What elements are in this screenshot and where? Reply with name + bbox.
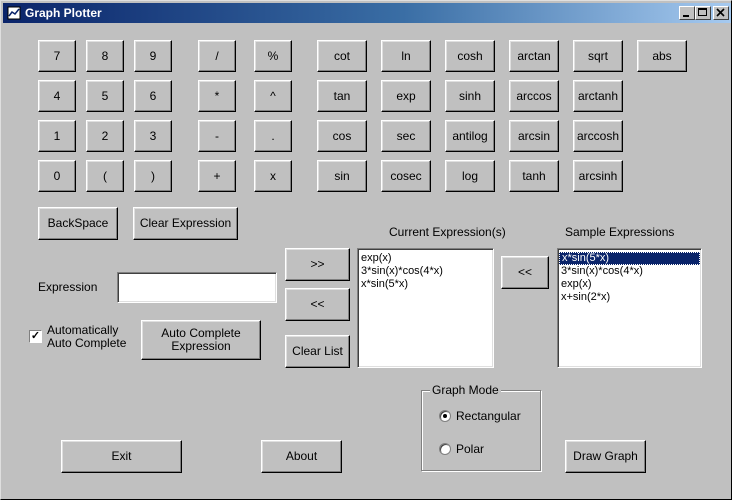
fn-sinh-button[interactable]: sinh	[445, 80, 495, 112]
close-button[interactable]	[713, 6, 729, 20]
copy-sample-button[interactable]: <<	[501, 256, 549, 289]
list-item[interactable]: 3*sin(x)*cos(4*x)	[558, 265, 701, 278]
polar-radio-label[interactable]: Polar	[456, 442, 484, 456]
graph-plotter-window: Graph Plotter 7 8 9 / % 4 5 6 * ^ 1 2 3 …	[0, 0, 732, 500]
key-9[interactable]: 9	[134, 40, 172, 72]
list-item-selected[interactable]: x*sin(5*x)	[559, 252, 700, 265]
fn-cosh-button[interactable]: cosh	[445, 40, 495, 72]
fn-arctanh-button[interactable]: arctanh	[573, 80, 623, 112]
key-multiply[interactable]: *	[198, 80, 236, 112]
sample-expressions-list[interactable]: x*sin(5*x) 3*sin(x)*cos(4*x) exp(x) x+si…	[557, 248, 702, 368]
rectangular-radio[interactable]	[439, 410, 451, 422]
fn-ln-button[interactable]: ln	[381, 40, 431, 72]
fn-tan-button[interactable]: tan	[317, 80, 367, 112]
key-8[interactable]: 8	[86, 40, 124, 72]
fn-arctan-button[interactable]: arctan	[509, 40, 559, 72]
list-item[interactable]: exp(x)	[358, 252, 493, 265]
about-button[interactable]: About	[261, 440, 342, 473]
key-decimal[interactable]: .	[254, 120, 292, 152]
app-icon	[7, 6, 21, 20]
list-item[interactable]: x+sin(2*x)	[558, 291, 701, 304]
maximize-icon	[698, 8, 707, 16]
key-plus[interactable]: +	[198, 160, 236, 192]
minimize-button[interactable]	[679, 6, 695, 20]
list-item[interactable]: x*sin(5*x)	[358, 278, 493, 291]
fn-arccosh-button[interactable]: arccosh	[573, 120, 623, 152]
key-2[interactable]: 2	[86, 120, 124, 152]
fn-antilog-button[interactable]: antilog	[445, 120, 495, 152]
auto-complete-checkbox-label: Automatically Auto Complete	[47, 324, 126, 350]
title-bar[interactable]: Graph Plotter	[3, 3, 731, 23]
key-open-paren[interactable]: (	[86, 160, 124, 192]
clear-expression-button[interactable]: Clear Expression	[133, 207, 238, 240]
exit-button[interactable]: Exit	[61, 440, 182, 473]
polar-radio[interactable]	[439, 443, 451, 455]
fn-arcsinh-button[interactable]: arcsinh	[573, 160, 623, 192]
window-title: Graph Plotter	[25, 6, 102, 20]
list-item[interactable]: exp(x)	[558, 278, 701, 291]
key-0[interactable]: 0	[38, 160, 76, 192]
key-5[interactable]: 5	[86, 80, 124, 112]
key-minus[interactable]: -	[198, 120, 236, 152]
graph-mode-group: Graph Mode Rectangular Polar	[421, 383, 541, 471]
clear-list-button[interactable]: Clear List	[285, 335, 350, 368]
backspace-button[interactable]: BackSpace	[38, 207, 118, 240]
key-divide[interactable]: /	[198, 40, 236, 72]
expression-label: Expression	[38, 280, 98, 294]
fn-tanh-button[interactable]: tanh	[509, 160, 559, 192]
key-6[interactable]: 6	[134, 80, 172, 112]
key-4[interactable]: 4	[38, 80, 76, 112]
fn-cos-button[interactable]: cos	[317, 120, 367, 152]
sample-expressions-label: Sample Expressions	[565, 225, 675, 239]
current-expressions-label: Current Expression(s)	[389, 225, 506, 239]
key-x[interactable]: x	[254, 160, 292, 192]
auto-complete-button-line2: Expression	[171, 339, 231, 353]
fn-cot-button[interactable]: cot	[317, 40, 367, 72]
remove-expression-button[interactable]: <<	[285, 288, 350, 321]
list-item[interactable]: 3*sin(x)*cos(4*x)	[358, 265, 493, 278]
key-power[interactable]: ^	[254, 80, 292, 112]
key-3[interactable]: 3	[134, 120, 172, 152]
auto-complete-expression-button[interactable]: Auto Complete Expression	[141, 320, 261, 360]
close-icon	[716, 8, 725, 17]
fn-sqrt-button[interactable]: sqrt	[573, 40, 623, 72]
expression-input[interactable]	[117, 272, 277, 303]
fn-sec-button[interactable]: sec	[381, 120, 431, 152]
fn-abs-button[interactable]: abs	[637, 40, 687, 72]
key-close-paren[interactable]: )	[134, 160, 172, 192]
current-expressions-list[interactable]: exp(x) 3*sin(x)*cos(4*x) x*sin(5*x)	[357, 248, 494, 368]
fn-arcsin-button[interactable]: arcsin	[509, 120, 559, 152]
fn-sin-button[interactable]: sin	[317, 160, 367, 192]
minimize-icon	[683, 15, 689, 17]
key-1[interactable]: 1	[38, 120, 76, 152]
fn-log-button[interactable]: log	[445, 160, 495, 192]
maximize-button[interactable]	[695, 6, 711, 20]
auto-complete-checkbox[interactable]: ✓	[29, 330, 42, 343]
fn-cosec-button[interactable]: cosec	[381, 160, 431, 192]
rectangular-radio-label[interactable]: Rectangular	[456, 409, 521, 423]
add-expression-button[interactable]: >>	[285, 248, 350, 281]
fn-arccos-button[interactable]: arccos	[509, 80, 559, 112]
graph-mode-title: Graph Mode	[430, 383, 501, 397]
key-7[interactable]: 7	[38, 40, 76, 72]
auto-complete-checkbox-label-line2: Auto Complete	[47, 336, 127, 350]
key-percent[interactable]: %	[254, 40, 292, 72]
draw-graph-button[interactable]: Draw Graph	[565, 440, 646, 473]
fn-exp-button[interactable]: exp	[381, 80, 431, 112]
